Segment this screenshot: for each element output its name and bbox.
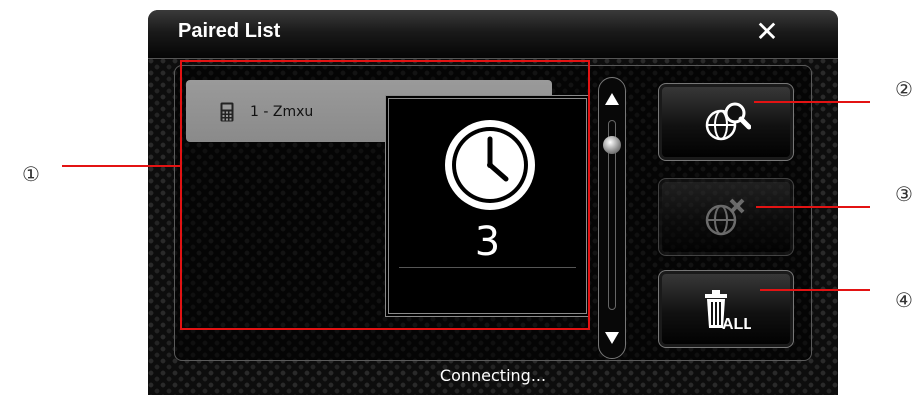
callout-1: ① — [22, 162, 40, 186]
annotation-line-4 — [760, 289, 870, 291]
delete-all-button[interactable]: ALL — [658, 270, 794, 348]
all-label: ALL — [722, 316, 751, 332]
globe-delete-icon — [705, 198, 745, 236]
annotation-line-1 — [62, 165, 180, 167]
callout-4: ④ — [895, 288, 913, 312]
close-button[interactable]: ✕ — [751, 16, 783, 48]
callout-2: ② — [895, 77, 913, 101]
callout-3: ③ — [895, 182, 913, 206]
annotation-line-3 — [756, 206, 870, 208]
title-bar: Paired List ✕ — [148, 10, 838, 59]
scroll-down-arrow-icon[interactable] — [604, 331, 620, 345]
annotation-box-list — [180, 60, 590, 330]
annotation-line-2 — [754, 101, 870, 103]
trash-all-icon: ALL — [705, 290, 751, 332]
status-text: Connecting... — [439, 366, 547, 385]
scroll-up-arrow-icon[interactable] — [604, 92, 620, 106]
scroll-thumb[interactable] — [603, 136, 621, 154]
delete-device-button[interactable] — [658, 178, 794, 256]
window-title: Paired List — [178, 20, 281, 42]
search-device-button[interactable] — [658, 83, 794, 161]
globe-search-icon — [705, 102, 751, 141]
